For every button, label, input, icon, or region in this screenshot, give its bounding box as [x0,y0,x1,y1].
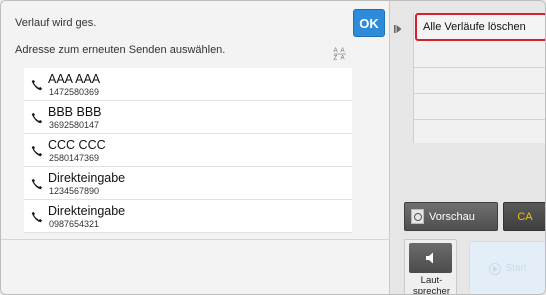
divider [413,93,545,94]
start-icon [489,262,502,275]
action-panel: Alle Verläufe löschen Vorschau CA Laut- … [391,1,545,295]
svg-text:A: A [341,48,345,54]
phone-icon [31,79,43,91]
sort-button[interactable]: A A Z A [329,43,351,63]
clear-all-history-button[interactable]: Alle Verläufe löschen [415,13,545,41]
speaker-button[interactable]: Laut- sprecher [404,239,457,295]
history-number: 1234567890 [49,186,100,196]
collapse-arrow-icon [394,25,402,33]
instruction-text: Adresse zum erneuten Senden auswählen. [15,44,226,56]
history-number: 1472580369 [49,87,100,97]
ca-button[interactable]: CA [503,202,545,231]
phone-icon [31,112,43,124]
divider [1,239,390,240]
sort-az-icon: A A Z A [334,48,346,61]
start-label: Start [505,263,527,274]
divider [413,67,545,68]
history-row[interactable]: AAA AAA 1472580369 [24,68,352,101]
history-name: Direkteingabe [48,171,126,185]
status-text: Verlauf wird ges. [15,17,97,29]
history-name: AAA AAA [48,72,101,86]
history-row[interactable]: Direkteingabe 1234567890 [24,167,352,200]
phone-icon [31,145,43,157]
ok-button[interactable]: OK [353,9,385,37]
phone-icon [31,211,43,223]
history-number: 2580147369 [49,153,100,163]
start-button[interactable]: Start [469,241,545,294]
divider [413,119,545,120]
preview-icon [411,209,424,224]
phone-icon [31,178,43,190]
svg-text:Z: Z [334,56,338,61]
history-list: AAA AAA 1472580369 BBB BBB 3692580147 CC… [24,68,352,233]
history-name: BBB BBB [48,105,102,119]
history-row[interactable]: BBB BBB 3692580147 [24,101,352,134]
screen-frame: Verlauf wird ges. OK Adresse zum erneute… [0,0,546,295]
panel-toggle[interactable] [391,15,405,43]
preview-label: Vorschau [429,210,475,223]
history-name: CCC CCC [48,138,106,152]
history-number: 0987654321 [49,219,100,229]
preview-button[interactable]: Vorschau [404,202,498,231]
svg-text:A: A [334,48,338,54]
history-number: 3692580147 [49,120,100,130]
speaker-icon [409,243,452,273]
history-row[interactable]: CCC CCC 2580147369 [24,134,352,167]
speaker-label: Laut- sprecher [413,275,450,295]
history-row[interactable]: Direkteingabe 0987654321 [24,200,352,233]
svg-text:A: A [341,56,345,61]
send-history-dialog: Verlauf wird ges. OK Adresse zum erneute… [1,1,390,294]
history-name: Direkteingabe [48,204,126,218]
